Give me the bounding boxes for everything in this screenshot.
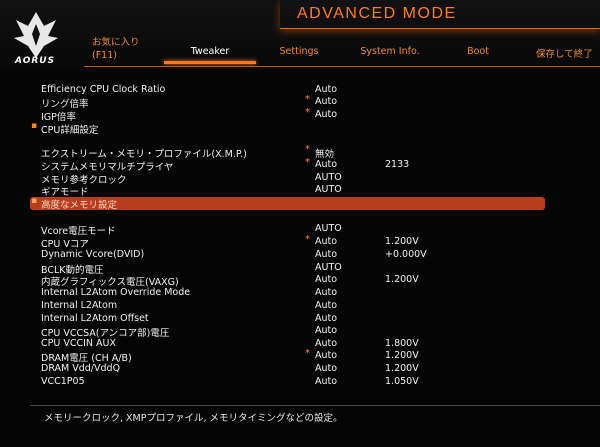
setting-label: ギアモード xyxy=(41,187,89,198)
setting-current-reading: 1.050V xyxy=(385,376,419,387)
setting-row[interactable]: ▪ CPU詳細設定 xyxy=(31,121,586,136)
setting-current-reading: 1.200V xyxy=(385,274,419,285)
modified-star-icon: * xyxy=(305,144,310,155)
active-tab-indicator xyxy=(164,61,256,64)
setting-value[interactable]: 無効 xyxy=(315,146,334,160)
setting-label: DRAM Vdd/VddQ xyxy=(41,363,121,374)
setting-row[interactable]: システムメモリマルチプライヤ * Auto 2133 xyxy=(41,157,586,173)
setting-value[interactable]: AUTO xyxy=(315,262,342,273)
setting-value[interactable]: Auto xyxy=(315,325,337,336)
setting-row[interactable]: Internal L2Atom Override Mode Auto xyxy=(41,287,586,300)
modified-star-icon: * xyxy=(305,348,310,359)
setting-row[interactable]: Dynamic Vcore(DVID) Auto +0.000V xyxy=(41,249,586,262)
setting-label: Dynamic Vcore(DVID) xyxy=(41,249,145,260)
setting-label: CPU Vコア xyxy=(41,239,89,250)
setting-value[interactable]: AUTO xyxy=(315,223,342,234)
setting-current-reading: 1.200V xyxy=(385,236,419,247)
setting-value[interactable]: Auto xyxy=(315,313,337,324)
setting-label: DRAM電圧 (CH A/B) xyxy=(41,353,132,364)
setting-current-reading: 1.200V xyxy=(385,350,419,361)
setting-row[interactable]: CPU Vコア * Auto 1.200V xyxy=(41,234,586,250)
setting-current-reading: +0.000V xyxy=(385,249,427,260)
tab-system-info[interactable]: System Info. xyxy=(352,46,428,57)
tab-tweaker[interactable]: Tweaker xyxy=(164,46,256,57)
tab-save-exit[interactable]: 保存して終了 xyxy=(536,46,600,60)
modified-star-icon: * xyxy=(305,94,310,105)
setting-current-reading: 2133 xyxy=(385,159,410,170)
setting-label: 内蔵グラフィックス電圧(VAXG) xyxy=(41,277,179,288)
brand-logo-text: AORUS xyxy=(15,56,56,66)
setting-label: エクストリーム・メモリ・プロファイル(X.M.P.) xyxy=(41,149,247,160)
setting-label: Internal L2Atom Offset xyxy=(41,313,149,324)
setting-value[interactable]: Auto xyxy=(315,350,337,361)
setting-value[interactable]: Auto xyxy=(315,96,337,107)
setting-value[interactable]: Auto xyxy=(315,274,337,285)
setting-current-reading: 1.200V xyxy=(385,363,419,374)
setting-row[interactable]: Internal L2Atom Auto xyxy=(41,300,586,313)
setting-label: CPU VCCIN AUX xyxy=(41,338,116,349)
setting-value[interactable]: Auto xyxy=(315,249,337,260)
setting-row[interactable]: 内蔵グラフィックス電圧(VAXG) Auto 1.200V xyxy=(41,274,586,288)
modified-star-icon: * xyxy=(305,157,310,168)
setting-row[interactable]: VCC1P05 Auto 1.050V xyxy=(41,376,586,389)
setting-value[interactable]: Auto xyxy=(315,109,337,120)
setting-label: Internal L2Atom Override Mode xyxy=(41,287,191,298)
setting-label: Efficiency CPU Clock Ratio xyxy=(41,84,166,95)
setting-row[interactable]: ▪ 高度なメモリ設定 xyxy=(31,196,586,211)
setting-row[interactable]: Vcore電圧モード AUTO xyxy=(41,223,586,237)
setting-label: システムメモリマルチプライヤ xyxy=(41,162,174,173)
setting-current-reading: 1.800V xyxy=(385,338,419,349)
footer-divider xyxy=(30,405,600,406)
header-divider xyxy=(84,66,600,67)
modified-star-icon: * xyxy=(305,234,310,245)
tab-boot[interactable]: Boot xyxy=(452,46,504,57)
setting-label: CPU詳細設定 xyxy=(41,125,99,136)
setting-row[interactable]: エクストリーム・メモリ・プロファイル(X.M.P.) * 無効 xyxy=(41,144,586,160)
setting-label: リング倍率 xyxy=(41,99,89,110)
setting-row[interactable]: DRAM電圧 (CH A/B) * Auto 1.200V xyxy=(41,348,586,364)
setting-row[interactable]: IGP倍率 * Auto xyxy=(41,107,586,123)
setting-value[interactable]: Auto xyxy=(315,159,337,170)
setting-value[interactable]: Auto xyxy=(315,287,337,298)
setting-row[interactable]: CPU VCCSA(アンコア部)電圧 Auto xyxy=(41,325,586,339)
setting-row[interactable]: DRAM Vdd/VddQ Auto 1.200V xyxy=(41,363,586,376)
mode-title: ADVANCED MODE xyxy=(297,5,457,22)
help-text: メモリークロック, XMPプロファイル, メモリタイミングなどの設定。 xyxy=(44,413,343,424)
setting-value[interactable]: Auto xyxy=(315,300,337,311)
setting-value[interactable]: AUTO xyxy=(315,172,342,183)
setting-value[interactable]: Auto xyxy=(315,84,337,95)
setting-label: VCC1P05 xyxy=(41,376,85,387)
tab-favorites-label: お気に入り xyxy=(92,37,140,48)
modified-star-icon: * xyxy=(305,107,310,118)
setting-row[interactable]: ギアモード AUTO xyxy=(41,184,586,198)
tab-favorites-key: (F11) xyxy=(92,50,117,61)
setting-label: 高度なメモリ設定 xyxy=(41,200,118,211)
setting-value[interactable]: Auto xyxy=(315,236,337,247)
tab-favorites[interactable]: お気に入り (F11) xyxy=(92,34,140,61)
header-bar: AORUS ADVANCED MODE お気に入り (F11) Tweaker … xyxy=(0,0,600,70)
tab-settings[interactable]: Settings xyxy=(268,46,330,57)
setting-value[interactable]: Auto xyxy=(315,363,337,374)
setting-row[interactable]: リング倍率 * Auto xyxy=(41,94,586,110)
setting-value[interactable]: AUTO xyxy=(315,184,342,195)
setting-label: Internal L2Atom xyxy=(41,300,118,311)
setting-label: Vcore電圧モード xyxy=(41,226,116,237)
setting-label: CPU VCCSA(アンコア部)電圧 xyxy=(41,328,170,339)
setting-label: IGP倍率 xyxy=(41,112,76,123)
submenu-marker-icon: ▪ xyxy=(31,196,38,206)
setting-value[interactable]: Auto xyxy=(315,338,337,349)
setting-value[interactable]: Auto xyxy=(315,376,337,387)
submenu-marker-icon: ▪ xyxy=(31,121,38,131)
